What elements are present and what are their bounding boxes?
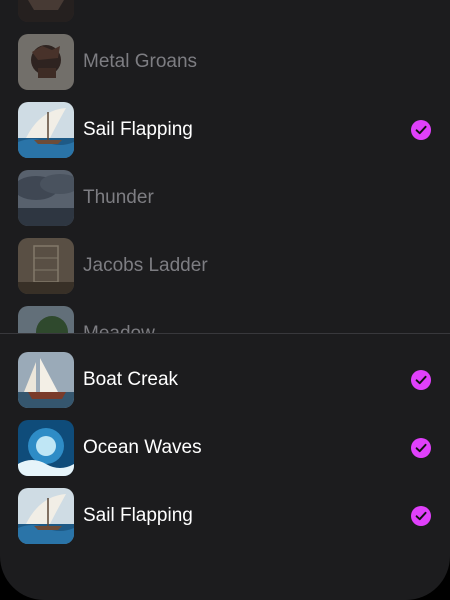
sound-label: Sail Flapping xyxy=(83,119,193,140)
sound-label: Metal Groans xyxy=(83,51,198,72)
sound-label: Thunder xyxy=(83,187,154,208)
selected-row-ocean-waves[interactable]: Ocean Waves xyxy=(0,414,450,482)
sail-flapping-thumbnail xyxy=(18,102,74,158)
meadow-thumbnail xyxy=(18,306,74,334)
thunder-thumbnail xyxy=(18,170,74,226)
boat-creak-thumbnail xyxy=(18,352,74,408)
section-divider xyxy=(0,333,450,334)
sound-label: Sail Flapping xyxy=(83,505,193,526)
sound-picker-sheet: Electric Buzz Metal Groans Sail Flapping xyxy=(0,0,450,600)
checkmark-circle-icon[interactable] xyxy=(411,370,431,390)
sound-list[interactable]: Electric Buzz Metal Groans Sail Flapping xyxy=(0,0,450,334)
jacobs-ladder-thumbnail xyxy=(18,238,74,294)
checkmark-circle-icon[interactable] xyxy=(411,438,431,458)
sound-row-metal-groans[interactable]: Metal Groans xyxy=(0,28,450,96)
checkmark-circle-icon[interactable] xyxy=(411,506,431,526)
sound-row-thunder[interactable]: Thunder xyxy=(0,164,450,232)
sound-row-sail-flapping[interactable]: Sail Flapping xyxy=(0,96,450,164)
sail-flapping-thumbnail xyxy=(18,488,74,544)
sound-row-electric-buzz[interactable]: Electric Buzz xyxy=(0,0,450,28)
selected-row-boat-creak[interactable]: Boat Creak xyxy=(0,346,450,414)
sound-label: Ocean Waves xyxy=(83,437,202,458)
selected-row-sail-flapping[interactable]: Sail Flapping xyxy=(0,482,450,550)
electric-buzz-thumbnail xyxy=(18,0,74,22)
metal-groans-thumbnail xyxy=(18,34,74,90)
sound-label: Jacobs Ladder xyxy=(83,255,208,276)
sound-label: Meadow xyxy=(83,323,155,334)
sound-label: Boat Creak xyxy=(83,369,179,390)
selected-sounds-list: Boat Creak Ocean Waves Sail Flapping xyxy=(0,346,450,550)
sound-row-jacobs-ladder[interactable]: Jacobs Ladder xyxy=(0,232,450,300)
sound-row-meadow[interactable]: Meadow xyxy=(0,300,450,334)
ocean-waves-thumbnail xyxy=(18,420,74,476)
sound-label: Electric Buzz xyxy=(83,0,193,28)
checkmark-circle-icon[interactable] xyxy=(411,120,431,140)
